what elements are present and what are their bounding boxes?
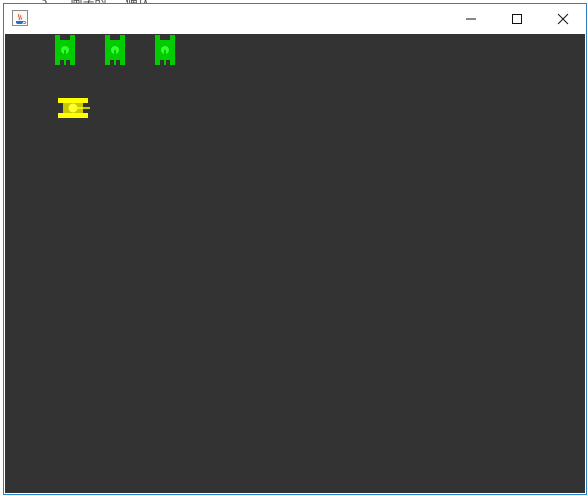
close-button[interactable] <box>540 4 586 34</box>
close-icon <box>557 13 569 25</box>
title-bar[interactable] <box>4 4 586 34</box>
enemy-tank <box>55 35 75 65</box>
minimize-icon <box>466 18 476 20</box>
maximize-button[interactable] <box>494 4 540 34</box>
java-coffee-cup-icon[interactable] <box>12 10 28 26</box>
player-tank <box>58 98 90 118</box>
maximize-icon <box>512 14 522 24</box>
enemy-tank <box>155 35 175 65</box>
minimize-button[interactable] <box>448 4 494 34</box>
game-window <box>3 3 587 495</box>
game-canvas[interactable] <box>5 34 585 493</box>
enemy-tank <box>105 35 125 65</box>
